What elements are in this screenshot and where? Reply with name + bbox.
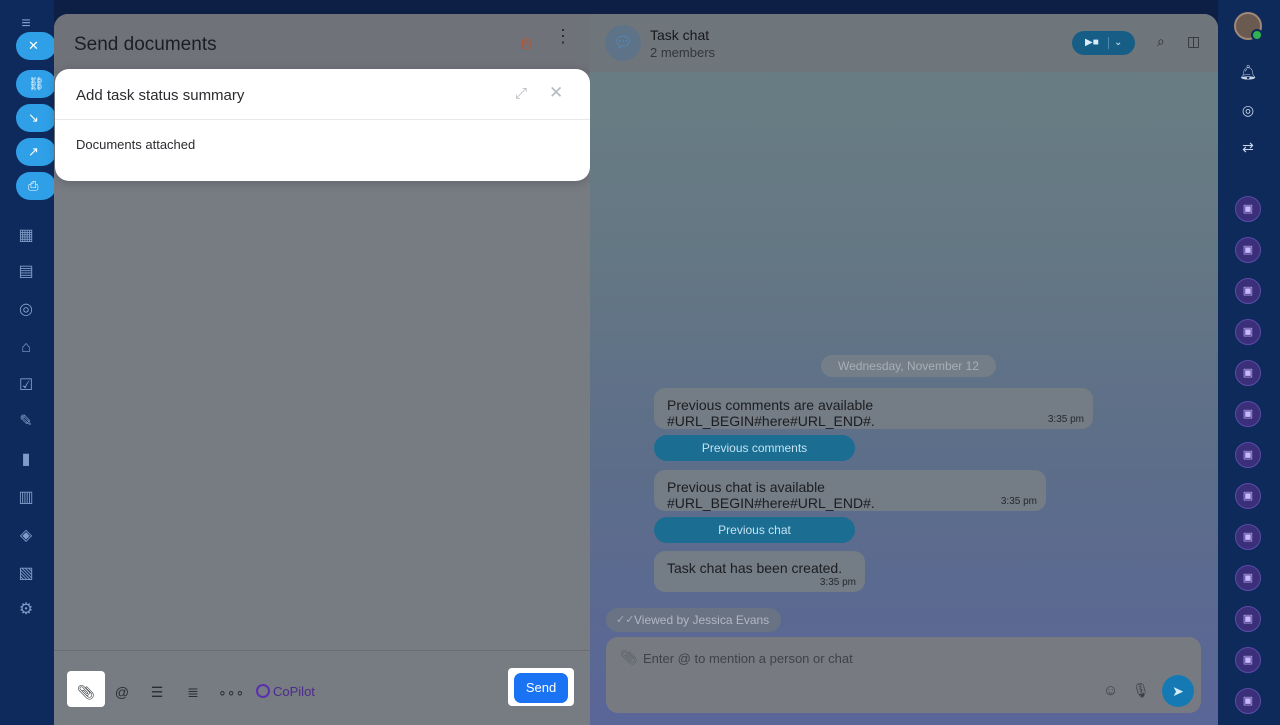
previous-comments-button[interactable]: Previous comments [654,435,855,461]
send-button[interactable]: Send [514,673,568,703]
previous-chat-button[interactable]: Previous chat [654,517,855,543]
double-check-icon: ✓✓ [616,614,635,626]
mention-icon[interactable]: @ [111,681,133,703]
message-time: 3:35 pm [1047,414,1084,425]
chat-member-count[interactable]: 2 members [650,45,715,60]
tasks-icon[interactable]: ☑ [16,376,36,396]
dock-chat-item[interactable]: ▣ [1235,442,1261,468]
sidebar-toggle-icon[interactable]: ◫ [1187,33,1200,50]
copilot-button[interactable]: CoPilot [256,681,315,703]
date-separator: Wednesday, November 12 [821,355,996,377]
fire-icon[interactable]: 🔥︎ [520,34,532,54]
dock-chat-item[interactable]: ▣ [1235,237,1261,263]
copy-link-icon[interactable]: ⛓ [16,70,56,98]
bell-icon[interactable]: 🔔︎ [1234,58,1262,86]
message-text: Previous chat is available #URL_BEGIN#he… [667,479,875,511]
dock-chat-item[interactable]: ▣ [1235,483,1261,509]
bullet-list-icon[interactable]: ☰ [146,681,168,703]
copilot-icon [256,684,270,698]
message-bubble[interactable]: Previous comments are available #URL_BEG… [654,388,1093,429]
menu-icon[interactable]: ≡ [16,14,36,34]
automation-icon[interactable]: ▧ [16,564,36,584]
dock-chat-item[interactable]: ▣ [1235,196,1261,222]
dock-chat-item[interactable]: ▣ [1235,401,1261,427]
chevron-down-icon[interactable]: ⌄ [1114,31,1122,55]
chat-title[interactable]: Task chat [650,27,709,43]
viewed-status: ✓✓ Viewed by Jessica Evans [606,608,782,632]
editor-toolbar: 📎︎ @ ☰ ≣ ∘∘∘ CoPilot Send [54,650,590,725]
task-chat-panel: 💬︎ Task chat 2 members ▶■ ⌄ ⌕ ◫ Wednesday… [590,14,1218,725]
message-time: 3:35 pm [819,577,856,588]
online-status-icon [1251,29,1263,41]
slider-title: Send documents [74,34,217,55]
message-bubble[interactable]: Task chat has been created. 3:35 pm [654,551,865,592]
target-icon[interactable]: ◎ [16,300,36,320]
message-time: 3:35 pm [1000,496,1037,507]
close-slider-icon[interactable]: ✕ [16,32,56,60]
popup-body-text[interactable]: Documents attached [76,137,195,152]
more-options-icon[interactable]: ∘∘∘ [218,681,244,703]
chat-switch-icon[interactable]: ⇄ [1234,133,1262,161]
dock-chat-item[interactable]: ▣ [1235,647,1261,673]
cart-icon[interactable]: ⌂ [16,338,36,358]
divider [1108,37,1109,49]
expand-icon[interactable]: ⤢ [515,85,527,102]
copilot-label: CoPilot [273,684,315,699]
chat-header: 💬︎ Task chat 2 members ▶■ ⌄ ⌕ ◫ [590,14,1218,72]
open-new-window-icon[interactable]: ↗ [16,138,56,166]
drive-icon[interactable]: ▤ [16,262,36,282]
dock-chat-item[interactable]: ▣ [1235,606,1261,632]
sites-icon[interactable]: ◈ [16,526,36,546]
message-input[interactable] [643,649,1083,667]
emoji-icon[interactable]: ☺ [1103,682,1118,699]
edit-icon[interactable]: ✎ [16,412,36,432]
dock-chat-item[interactable]: ▣ [1235,319,1261,345]
reports-icon[interactable]: ▥ [16,488,36,508]
dock-chat-item[interactable]: ▣ [1235,565,1261,591]
numbered-list-icon[interactable]: ≣ [182,681,204,703]
chat-avatar-icon[interactable]: 💬︎ [605,25,641,61]
dock-chat-item[interactable]: ▣ [1235,278,1261,304]
copilot-icon[interactable]: ◎ [1234,96,1262,124]
app-sidebar: ≡ ✕ ⛓ ↘ ↗ ⎙ ▦ ▤ ◎ ⌂ ☑ ✎ ▮ ▥ ◈ ▧ ⚙ [0,0,56,725]
attach-icon[interactable]: 📎︎ [620,649,638,666]
download-icon[interactable]: ↘ [16,104,56,132]
task-summary-popup: Add task status summary ⤢ ✕ Documents at… [55,69,590,181]
calendar-icon[interactable]: ▦ [16,226,36,246]
dock-chat-item[interactable]: ▣ [1235,524,1261,550]
print-icon[interactable]: ⎙ [16,172,56,200]
message-composer: 📎︎ ☺ 🎙︎ ➤ [606,637,1201,713]
video-call-button[interactable]: ▶■ ⌄ [1072,31,1135,55]
message-bubble[interactable]: Previous chat is available #URL_BEGIN#he… [654,470,1046,511]
microphone-icon[interactable]: 🎙︎ [1132,682,1150,699]
viewed-text: Viewed by Jessica Evans [634,613,770,627]
user-avatar[interactable] [1234,12,1263,41]
dock-chat-item[interactable]: ▣ [1235,688,1261,714]
popup-title: Add task status summary [76,87,245,104]
more-menu-icon[interactable]: ⋮ [554,27,572,45]
dock-chat-item[interactable]: ▣ [1235,360,1261,386]
divider [55,119,590,120]
message-text: Previous comments are available #URL_BEG… [667,397,875,429]
slider-header: Send documents 🔥︎ ⋮ [54,14,590,74]
analytics-icon[interactable]: ▮ [16,450,36,470]
search-icon[interactable]: ⌕ [1157,33,1165,50]
settings-icon[interactable]: ⚙ [16,600,36,620]
message-text: Task chat has been created. [667,560,843,576]
send-message-icon[interactable]: ➤ [1162,675,1194,707]
attach-icon[interactable]: 📎︎ [75,681,97,703]
close-icon[interactable]: ✕ [549,83,563,103]
